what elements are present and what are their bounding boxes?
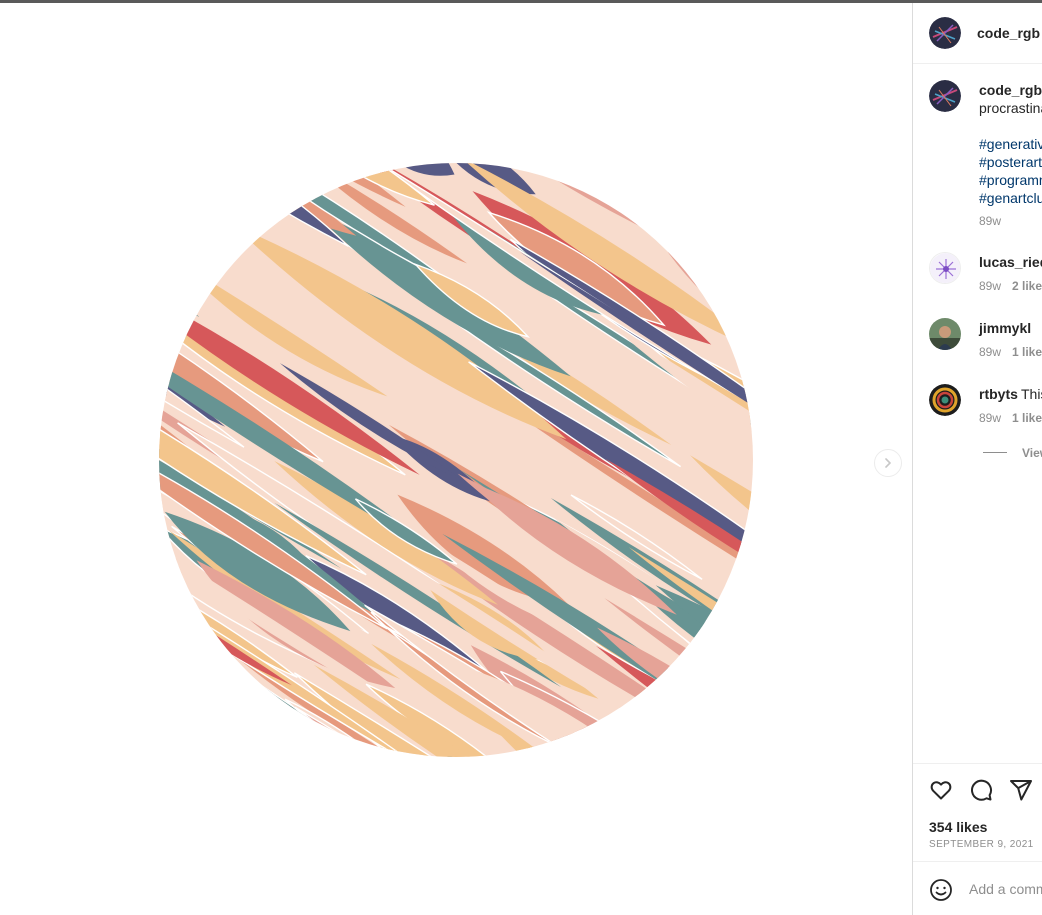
caption-avatar-image: [929, 80, 961, 112]
comment-timestamp[interactable]: 89w: [979, 279, 1001, 293]
hashtag-link[interactable]: #posterart: [979, 154, 1042, 170]
comment-button[interactable]: [969, 778, 993, 802]
emoji-button[interactable]: [929, 878, 953, 902]
header-divider: [913, 63, 1042, 64]
art-stroke: [159, 163, 304, 198]
commenter-avatar[interactable]: [929, 318, 961, 350]
comment-username[interactable]: lucas_riedl: [979, 254, 1042, 270]
art-stroke: [159, 731, 352, 757]
art-stroke: [716, 163, 753, 305]
share-button[interactable]: [1009, 778, 1033, 802]
art-stroke: [623, 163, 753, 171]
post-date[interactable]: SEPTEMBER 9, 2021: [929, 839, 1034, 850]
art-stroke: [647, 750, 753, 757]
like-button[interactable]: [929, 778, 953, 802]
art-stroke: [159, 681, 232, 752]
comment-likes-count[interactable]: 1 like: [1012, 411, 1042, 425]
art-stroke: [159, 725, 297, 757]
comment-username[interactable]: jimmykl: [979, 320, 1031, 336]
art-stroke: [159, 752, 308, 757]
caption-author-avatar[interactable]: [929, 80, 961, 112]
art-stroke: [678, 163, 753, 269]
author-avatar[interactable]: [929, 17, 961, 49]
comment-text: This: [1021, 386, 1042, 402]
art-stroke: [653, 163, 753, 188]
hashtag-link[interactable]: #generativ: [979, 136, 1042, 152]
heart-icon: [930, 781, 952, 800]
caption-author-username[interactable]: code_rgb: [979, 82, 1042, 98]
send-icon: [1010, 780, 1032, 801]
caption-text: procrastina: [979, 100, 1042, 116]
commenter-avatar-image: [929, 384, 961, 416]
likes-count[interactable]: 354 likes: [929, 819, 987, 835]
hashtag-link[interactable]: #genartclu: [979, 190, 1042, 206]
generative-art-image: [159, 163, 753, 757]
hashtag-link[interactable]: #programm: [979, 172, 1042, 188]
post-media[interactable]: [0, 3, 912, 915]
actions-divider: [913, 763, 1042, 764]
caption-timestamp[interactable]: 89w: [979, 214, 1001, 228]
commenter-avatar[interactable]: [929, 252, 961, 284]
comment-likes-count[interactable]: 2 likes: [1012, 279, 1042, 293]
emoji-icon: [930, 879, 952, 901]
art-stroke: [630, 163, 753, 225]
commenter-avatar[interactable]: [929, 384, 961, 416]
art-stroke: [159, 163, 250, 188]
comment-icon: [971, 779, 993, 801]
author-avatar-image: [929, 17, 961, 49]
view-replies-line: [983, 452, 1007, 453]
next-image-button[interactable]: [874, 449, 902, 477]
art-stroke: [688, 163, 753, 202]
comment-box-divider: [913, 861, 1042, 862]
art-stroke: [159, 700, 285, 757]
commenter-avatar-image: [930, 253, 960, 283]
comment-likes-count[interactable]: 1 like: [1012, 345, 1042, 359]
comment-username[interactable]: rtbyts: [979, 386, 1018, 402]
art-stroke: [745, 279, 753, 353]
commenter-avatar-image: [929, 318, 961, 350]
comment-timestamp[interactable]: 89w: [979, 345, 1001, 359]
art-stroke: [159, 220, 200, 317]
comment-timestamp[interactable]: 89w: [979, 411, 1001, 425]
art-stroke: [592, 163, 753, 220]
add-comment-input[interactable]: Add a comm: [969, 881, 1042, 897]
post-side-panel: code_rgb code_rgb procrastina #generativ…: [912, 3, 1042, 915]
art-stroke: [159, 632, 226, 757]
view-replies-button[interactable]: View: [1022, 446, 1042, 460]
chevron-right-icon: [885, 458, 891, 468]
art-stroke: [504, 163, 753, 167]
author-username[interactable]: code_rgb: [977, 25, 1040, 41]
